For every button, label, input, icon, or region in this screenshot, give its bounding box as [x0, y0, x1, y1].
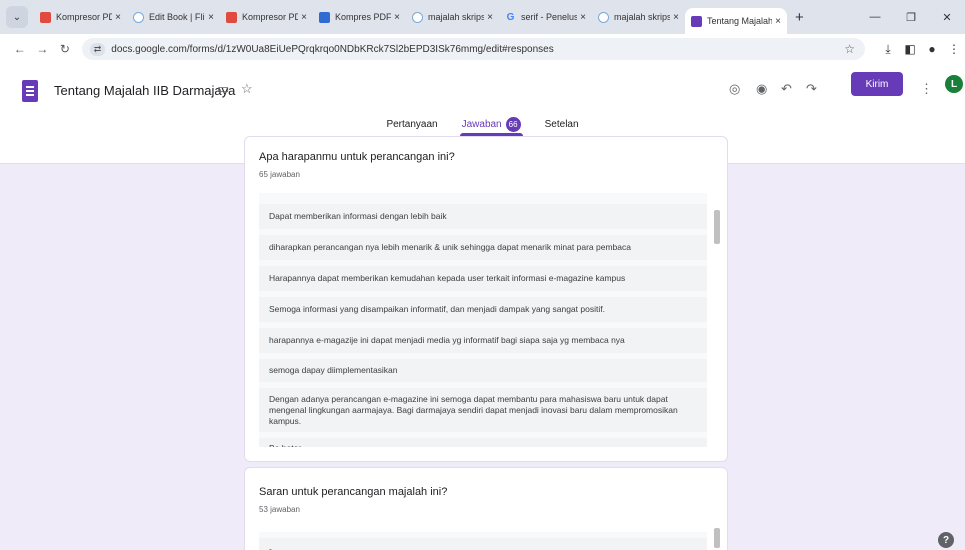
form-tabs: Pertanyaan Jawaban 66 Setelan — [0, 112, 965, 136]
window-controls: — ❐ ✕ — [857, 0, 965, 34]
answers-scrollbar[interactable] — [714, 210, 720, 244]
tab-label: Setelan — [544, 118, 579, 130]
forward-icon[interactable]: → — [33, 42, 53, 56]
folder-icon[interactable]: ▭ — [217, 81, 229, 97]
pdf-icon — [226, 11, 237, 23]
tab-label: Jawaban — [461, 118, 502, 130]
question-title: Saran untuk perancangan majalah ini? — [259, 486, 448, 498]
browser-tab[interactable]: Kompres PDF ke × — [313, 4, 406, 30]
close-icon[interactable]: × — [580, 12, 586, 23]
browser-tab-title: Tentang Majalah — [707, 16, 773, 26]
browser-tab[interactable]: Kompresor PDF × — [220, 4, 313, 30]
list-item: Harapannya dapat memberikan kemudahan ke… — [259, 266, 707, 291]
form-title[interactable]: Tentang Majalah IIB Darmajaya — [54, 83, 235, 98]
answers-scrollbar[interactable] — [714, 528, 720, 548]
tab-settings[interactable]: Setelan — [543, 112, 581, 136]
browser-actions: ⤓ ◧ ● ⋮ — [877, 42, 965, 57]
google-forms-icon[interactable] — [22, 80, 38, 102]
response-count: 65 jawaban — [259, 170, 300, 179]
flipbook-icon — [412, 11, 423, 23]
minimize-icon[interactable]: — — [857, 11, 893, 23]
browser-tab-title: Kompresor PDF — [242, 12, 299, 22]
tab-label: Pertanyaan — [386, 118, 438, 130]
response-count: 53 jawaban — [259, 505, 300, 514]
browser-tab[interactable]: majalah skripsi × — [406, 4, 499, 30]
browser-tab-title: serif - Penelusur — [521, 12, 578, 22]
answer-list: Dapat memberikan informasi dengan lebih … — [259, 193, 707, 447]
browser-tab-title: majalah skripsi — [614, 12, 671, 22]
list-item: Dengan adanya perancangan e-magazine ini… — [259, 388, 707, 432]
list-item: - — [259, 538, 707, 550]
avatar[interactable]: L — [945, 75, 963, 93]
bookmark-star-icon[interactable]: ☆ — [844, 42, 855, 56]
response-card: Saran untuk perancangan majalah ini? 53 … — [244, 467, 728, 550]
close-icon[interactable]: × — [115, 12, 121, 23]
redo-icon[interactable]: ↷ — [806, 81, 817, 97]
close-icon[interactable]: × — [301, 12, 307, 23]
url-text: docs.google.com/forms/d/1zW0Ua8EiUePQrqk… — [111, 43, 554, 55]
google-icon: G — [506, 11, 515, 23]
list-item: diharapkan perancangan nya lebih menarik… — [259, 235, 707, 260]
browser-tab-title: Kompresor PDF — [56, 12, 113, 22]
reload-icon[interactable]: ↻ — [55, 42, 75, 56]
more-vert-icon[interactable]: ⋮ — [920, 81, 933, 97]
tab-search-icon[interactable]: ⌄ — [6, 6, 28, 28]
close-icon[interactable]: × — [775, 16, 781, 27]
download-icon[interactable]: ⤓ — [877, 42, 899, 57]
close-window-icon[interactable]: ✕ — [929, 11, 965, 24]
back-icon[interactable]: ← — [10, 42, 30, 56]
list-item: harapannya e-magazije ini dapat menjadi … — [259, 328, 707, 353]
url-input[interactable]: ⇄ docs.google.com/forms/d/1zW0Ua8EiUePQr… — [81, 38, 865, 60]
close-icon[interactable]: × — [394, 12, 400, 23]
help-icon[interactable]: ? — [938, 532, 954, 548]
tab-questions[interactable]: Pertanyaan — [384, 112, 439, 136]
palette-icon[interactable]: ◎ — [729, 81, 740, 97]
browser-tab[interactable]: Kompresor PDF × — [34, 4, 127, 30]
preview-eye-icon[interactable]: ◉ — [756, 81, 767, 97]
extension-icon[interactable]: ● — [921, 42, 943, 56]
response-card: Apa harapanmu untuk perancangan ini? 65 … — [244, 136, 728, 462]
list-item: semoga dapay diimplementasikan — [259, 359, 707, 382]
pdf-icon — [40, 11, 51, 23]
undo-icon[interactable]: ↶ — [781, 81, 792, 97]
tab-responses[interactable]: Jawaban 66 — [459, 112, 523, 136]
restore-icon[interactable]: ❐ — [893, 11, 929, 24]
answer-list: - — [259, 532, 707, 550]
browser-tab[interactable]: majalah skripsi × — [592, 4, 685, 30]
flipbook-icon — [133, 11, 144, 23]
side-panel-icon[interactable]: ◧ — [899, 42, 921, 56]
flipbook-icon — [598, 11, 609, 23]
close-icon[interactable]: × — [208, 12, 214, 23]
browser-tab-strip: ⌄ Kompresor PDF × Edit Book | Flipht × K… — [0, 0, 965, 34]
browser-tab-title: Edit Book | Flipht — [149, 12, 205, 22]
compress-icon — [319, 11, 330, 23]
site-info-icon[interactable]: ⇄ — [89, 42, 106, 56]
close-icon[interactable]: × — [673, 12, 679, 23]
address-bar: ← → ↻ ⇄ docs.google.com/forms/d/1zW0Ua8E… — [0, 34, 965, 64]
responses-count-badge: 66 — [505, 116, 521, 132]
browser-tab[interactable]: Edit Book | Flipht × — [127, 4, 220, 30]
question-title: Apa harapanmu untuk perancangan ini? — [259, 151, 455, 163]
send-button[interactable]: Kirim — [851, 72, 903, 96]
new-tab-icon[interactable]: + — [795, 9, 804, 26]
list-item: Be beter — [259, 438, 707, 447]
browser-tab-active[interactable]: Tentang Majalah × — [685, 8, 787, 34]
forms-icon — [691, 15, 702, 27]
browser-tab[interactable]: G serif - Penelusur × — [499, 4, 592, 30]
star-icon[interactable]: ☆ — [241, 81, 253, 97]
list-item: Semoga informasi yang disampaikan inform… — [259, 297, 707, 322]
browser-tab-title: Kompres PDF ke — [335, 12, 392, 22]
list-item: Dapat memberikan informasi dengan lebih … — [259, 204, 707, 229]
more-options-icon[interactable]: ⋮ — [943, 42, 965, 56]
close-icon[interactable]: × — [487, 12, 493, 23]
browser-tab-title: majalah skripsi — [428, 12, 485, 22]
